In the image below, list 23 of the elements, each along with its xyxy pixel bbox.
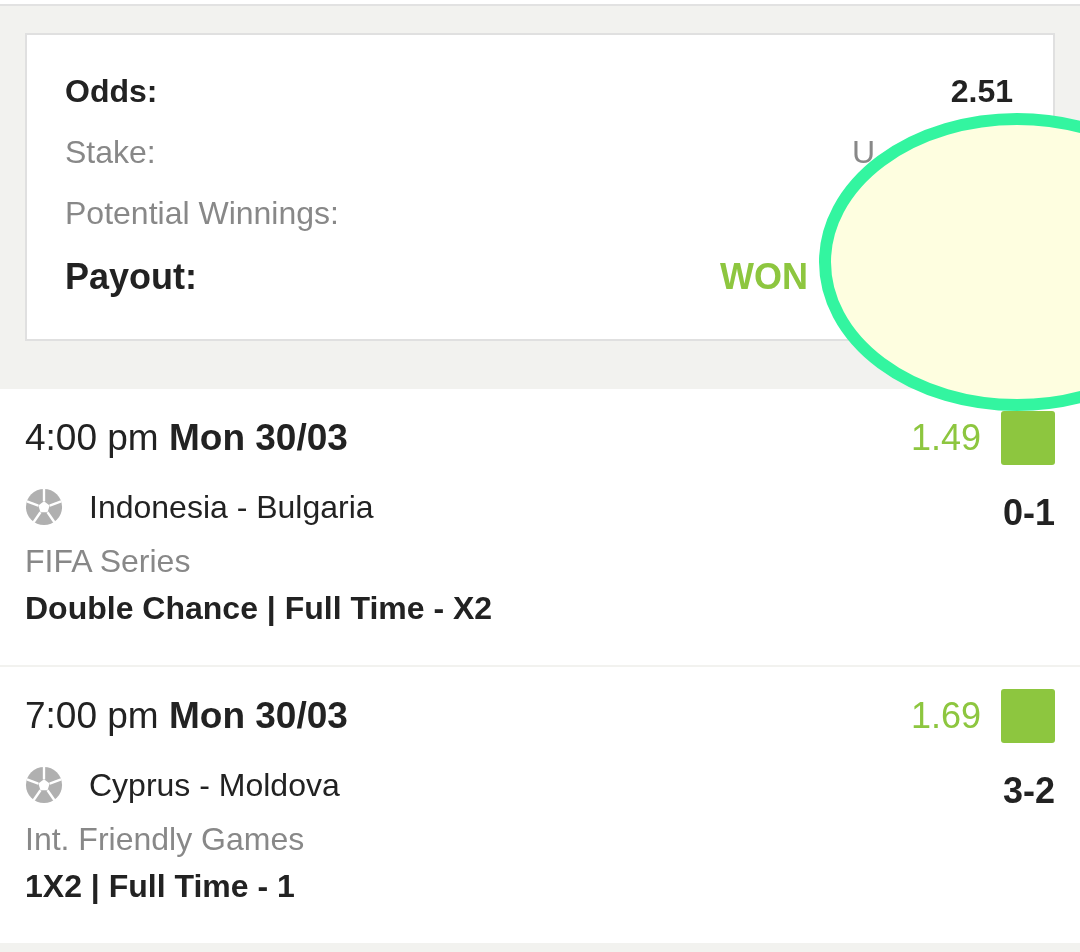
match-teams: Indonesia - Bulgaria <box>89 488 375 526</box>
match-score: 3-2 <box>1002 770 1055 812</box>
summary-value: WON <box>720 256 808 298</box>
match-score: 0-1 <box>1002 492 1055 534</box>
match-row[interactable]: 7:00 pm Mon 30/03 1.69 Cyprus - Moldova 3-2 Int. Friendly Games 1X2 | Full Time - 1 <box>0 667 1080 943</box>
soccer-ball-icon <box>25 488 63 526</box>
soccer-ball-icon <box>25 766 63 804</box>
market-selection: Double Chance | Full Time - X2 <box>25 590 494 627</box>
match-odds: 1.49 <box>910 417 981 459</box>
match-time: 4:00 pm Mon 30/03 <box>25 417 349 459</box>
league-name: Int. Friendly Games <box>25 821 306 858</box>
league-name: FIFA Series <box>25 543 192 580</box>
match-time: 7:00 pm Mon 30/03 <box>25 695 349 737</box>
match-teams: Cyprus - Moldova <box>89 766 341 804</box>
summary-value: 2.51 <box>950 73 1013 110</box>
summary-label: Odds: <box>65 73 158 110</box>
match-odds: 1.69 <box>910 695 981 737</box>
market-selection: 1X2 | Full Time - 1 <box>25 868 296 905</box>
summary-value: U <box>851 134 875 171</box>
match-row[interactable]: 4:00 pm Mon 30/03 1.49 Indonesia - Bulgaria 0-1 FIFA Series Double Chance | Full Time - X2 <box>0 389 1080 665</box>
summary-label: Stake: <box>65 134 156 171</box>
summary-label: Payout: <box>65 256 197 298</box>
summary-label: Potential Winnings: <box>65 195 339 232</box>
